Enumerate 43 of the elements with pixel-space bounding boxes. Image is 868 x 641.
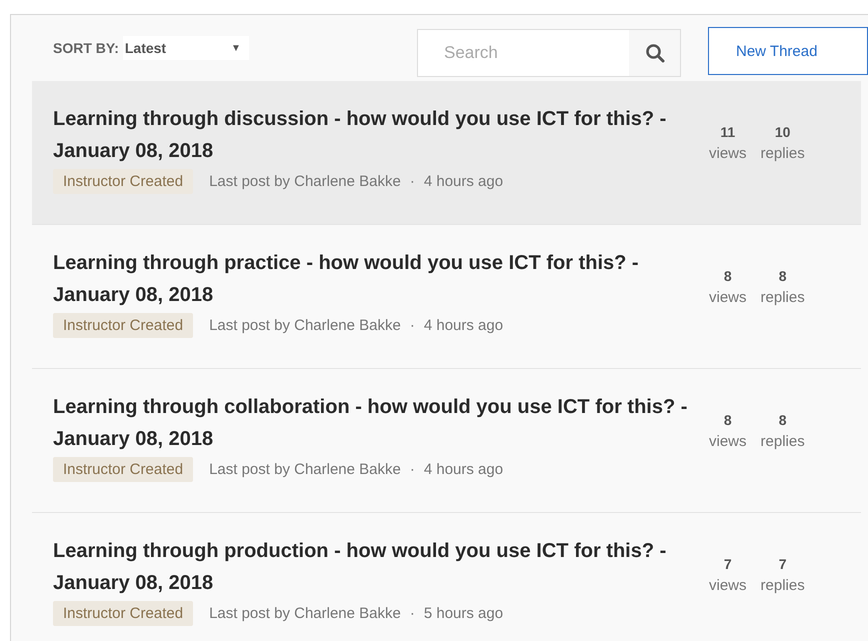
instructor-tag: Instructor Created bbox=[53, 457, 194, 482]
replies-count: 10 bbox=[774, 123, 790, 142]
post-time: 4 hours ago bbox=[424, 317, 504, 334]
instructor-tag: Instructor Created bbox=[53, 313, 194, 338]
separator-dot: · bbox=[410, 461, 415, 478]
separator-dot: · bbox=[410, 317, 415, 334]
replies-count: 8 bbox=[778, 267, 786, 286]
views-label: views bbox=[709, 288, 747, 308]
replies-count: 7 bbox=[778, 555, 786, 574]
thread-row[interactable]: Learning through production - how would you use ICT for this? - January 08, 2018 Instructor Created Last post by Charlene Bakke · 5 hours ago 7 views 7 replies bbox=[32, 513, 861, 641]
replies-label: replies bbox=[760, 576, 805, 596]
views-count: 11 bbox=[720, 123, 736, 142]
views-count: 8 bbox=[724, 267, 732, 286]
thread-row[interactable]: Learning through practice - how would you use ICT for this? - January 08, 2018 Instructor Created Last post by Charlene Bakke · 4 hours ago 8 views 8 replies bbox=[32, 225, 861, 369]
replies-label: replies bbox=[760, 288, 805, 308]
post-time: 4 hours ago bbox=[424, 173, 504, 190]
views-label: views bbox=[709, 576, 747, 596]
views-label: views bbox=[709, 432, 747, 452]
post-time: 5 hours ago bbox=[424, 605, 504, 622]
thread-title[interactable]: Learning through practice - how would you use ICT for this? - January 08, 2018 bbox=[53, 247, 693, 311]
replies-count: 8 bbox=[778, 411, 786, 430]
instructor-tag: Instructor Created bbox=[53, 601, 194, 626]
replies-label: replies bbox=[760, 432, 805, 452]
new-thread-button[interactable]: New Thread bbox=[708, 27, 868, 75]
thread-title[interactable]: Learning through production - how would you use ICT for this? - January 08, 2018 bbox=[53, 535, 693, 599]
last-post-text: Last post by Charlene Bakke bbox=[209, 173, 401, 190]
views-label: views bbox=[709, 144, 747, 164]
thread-row[interactable]: Learning through collaboration - how would you use ICT for this? - January 08, 2018 Instructor Created Last post by Charlene Bakke · 4 hours ago 8 views 8 replies bbox=[32, 369, 861, 513]
views-count: 8 bbox=[724, 411, 732, 430]
thread-title[interactable]: Learning through discussion - how would you use ICT for this? - January 08, 2018 bbox=[53, 103, 693, 167]
post-time: 4 hours ago bbox=[424, 461, 504, 478]
separator-dot: · bbox=[410, 173, 415, 190]
last-post-text: Last post by Charlene Bakke bbox=[209, 605, 401, 622]
last-post-text: Last post by Charlene Bakke bbox=[209, 317, 401, 334]
thread-row[interactable]: Learning through discussion - how would you use ICT for this? - January 08, 2018 Instructor Created Last post by Charlene Bakke · 4 hours ago 11 views 10 replies bbox=[32, 81, 861, 225]
views-count: 7 bbox=[724, 555, 732, 574]
replies-label: replies bbox=[760, 144, 805, 164]
instructor-tag: Instructor Created bbox=[53, 169, 194, 194]
last-post-text: Last post by Charlene Bakke bbox=[209, 461, 401, 478]
sort-label: SORT BY: bbox=[53, 40, 119, 56]
thread-title[interactable]: Learning through collaboration - how would you use ICT for this? - January 08, 2018 bbox=[53, 391, 693, 455]
sort-dropdown[interactable]: Latest ▼ bbox=[122, 36, 249, 60]
separator-dot: · bbox=[410, 605, 415, 622]
